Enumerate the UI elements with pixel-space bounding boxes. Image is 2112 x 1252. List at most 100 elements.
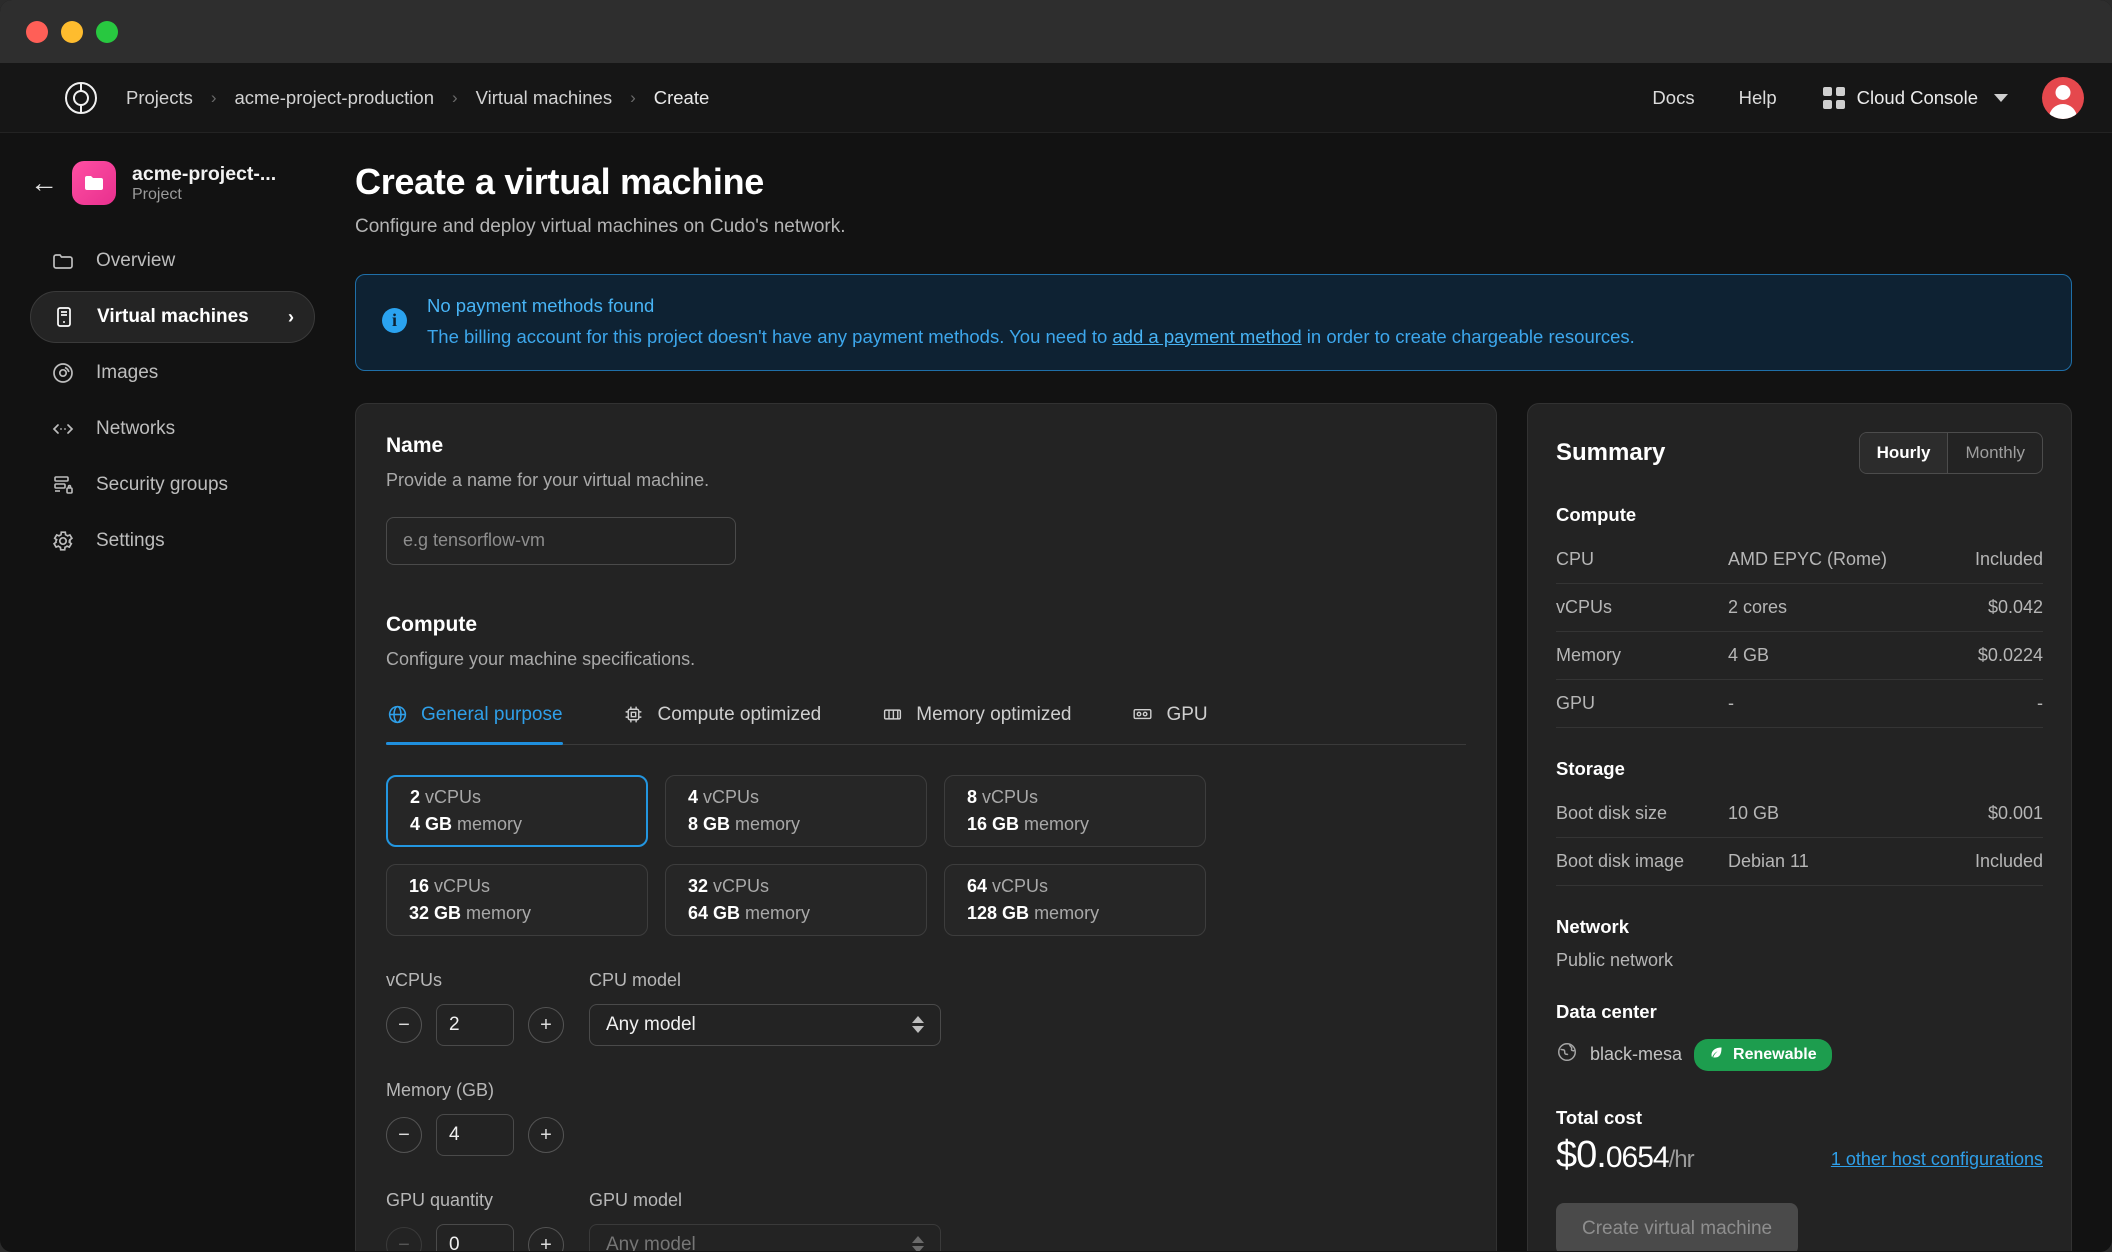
tab-label: GPU [1166, 703, 1208, 725]
machine-type-tabs: General purpose Compute optimized Memory… [386, 704, 1466, 745]
datacenter-row: black-mesa Renewable [1556, 1033, 2043, 1071]
vcpus-decrement-button[interactable]: − [386, 1006, 422, 1043]
row-value: Debian 11 [1728, 850, 1809, 871]
cpu-model-value: Any model [606, 1013, 696, 1035]
preset-card[interactable]: 32 vCPUs 64 GB memory [665, 863, 927, 936]
other-host-configurations-link[interactable]: 1 other host configurations [1831, 1149, 2043, 1177]
preset-card[interactable]: 16 vCPUs 32 GB memory [386, 863, 648, 936]
page-subtitle: Configure and deploy virtual machines on… [355, 216, 846, 237]
vcpus-label: vCPUs [386, 969, 443, 990]
nav-link-help[interactable]: Help [1739, 87, 1777, 109]
breadcrumb-item-virtual-machines[interactable]: Virtual machines [474, 87, 614, 109]
compute-section-subtitle: Configure your machine specifications. [386, 648, 696, 669]
preset-memory-unit: memory [1024, 813, 1090, 834]
memory-icon [881, 704, 903, 726]
gpu-quantity-increment-button[interactable]: + [528, 1226, 564, 1251]
cudo-logo-icon[interactable] [62, 79, 100, 117]
memory-decrement-button[interactable]: − [386, 1116, 422, 1153]
breadcrumb-item-create[interactable]: Create [652, 87, 712, 109]
compute-section-title: Compute [386, 612, 477, 636]
gpu-icon [1131, 704, 1153, 726]
preset-card[interactable]: 4 vCPUs 8 GB memory [665, 774, 927, 847]
row-key: Boot disk size [1556, 802, 1668, 823]
row-key: CPU [1556, 548, 1595, 569]
breadcrumb-separator: › [210, 88, 217, 107]
tab-gpu[interactable]: GPU [1131, 704, 1237, 744]
sidebar-item-overview[interactable]: Overview [30, 235, 315, 287]
toggle-hourly[interactable]: Hourly [1859, 432, 1949, 473]
summary-header: Summary Hourly Monthly [1556, 431, 2043, 474]
row-value: 2 cores [1728, 596, 1788, 617]
vcpus-stepper: − + [386, 1003, 589, 1046]
sidebar-item-label: Images [96, 362, 159, 383]
info-icon: i [382, 308, 407, 333]
create-virtual-machine-button[interactable]: Create virtual machine [1556, 1202, 1799, 1251]
preset-memory-unit: memory [1034, 902, 1100, 923]
select-updown-icon [912, 1236, 924, 1251]
breadcrumb: Projects › acme-project-production › Vir… [124, 87, 1608, 109]
add-payment-method-link[interactable]: add a payment method [1112, 326, 1301, 347]
total-cost-value: $0.0654/hr [1556, 1133, 1695, 1177]
gpu-model-label: GPU model [589, 1189, 683, 1210]
row-value: - [1728, 692, 1734, 713]
preset-memory: 8 GB [688, 813, 731, 834]
back-arrow-icon[interactable]: ← [30, 169, 58, 197]
tab-memory-optimized[interactable]: Memory optimized [881, 704, 1101, 744]
tab-compute-optimized[interactable]: Compute optimized [623, 704, 852, 744]
vcpus-input[interactable] [436, 1003, 514, 1046]
preset-card[interactable]: 64 vCPUs 128 GB memory [944, 863, 1206, 936]
alert-body-before: The billing account for this project doe… [427, 326, 1113, 347]
preset-memory: 64 GB [688, 902, 741, 923]
cpu-model-select[interactable]: Any model [589, 1003, 941, 1046]
breadcrumb-item-projects[interactable]: Projects [124, 87, 195, 109]
sidebar-item-images[interactable]: Images [30, 347, 315, 399]
tab-general-purpose[interactable]: General purpose [386, 704, 593, 745]
gpu-quantity-input[interactable] [436, 1223, 514, 1251]
vcpus-field: vCPUs − + [386, 970, 589, 1046]
cloud-console-label: Cloud Console [1856, 86, 1978, 108]
chevron-right-icon: › [288, 306, 294, 327]
zoom-button[interactable] [96, 20, 118, 43]
nav-link-docs[interactable]: Docs [1652, 87, 1694, 109]
cloud-console-menu[interactable]: Cloud Console [1822, 86, 2008, 109]
globe-icon [386, 704, 408, 726]
row-key: vCPUs [1556, 596, 1613, 617]
sidebar-item-settings[interactable]: Settings [30, 515, 315, 567]
sidebar-item-security-groups[interactable]: Security groups [30, 459, 315, 511]
summary-row: CPU AMD EPYC (Rome) Included [1556, 536, 2043, 584]
name-section-title: Name [386, 433, 444, 457]
preset-card[interactable]: 2 vCPUs 4 GB memory [386, 774, 648, 847]
cpu-model-field: CPU model Any model [589, 970, 941, 1046]
summary-row: vCPUs 2 cores $0.042 [1556, 584, 2043, 632]
tab-label: Memory optimized [916, 703, 1072, 725]
row-price: Included [1974, 850, 2043, 871]
summary-group-title-network: Network [1556, 915, 1629, 937]
toggle-monthly[interactable]: Monthly [1948, 433, 2042, 473]
breadcrumb-item-project[interactable]: acme-project-production [233, 87, 436, 109]
name-section-subtitle: Provide a name for your virtual machine. [386, 469, 710, 490]
sidebar-item-virtual-machines[interactable]: Virtual machines › [30, 291, 315, 343]
cost-whole: $0. [1556, 1133, 1607, 1176]
memory-input[interactable] [436, 1113, 514, 1156]
memory-increment-button[interactable]: + [528, 1116, 564, 1153]
select-updown-icon [912, 1016, 924, 1034]
badge-label: Renewable [1733, 1045, 1817, 1063]
sidebar-item-networks[interactable]: Networks [30, 403, 315, 455]
preset-cards: 2 vCPUs 4 GB memory 4 vCPUs 8 GB memory … [386, 774, 1448, 936]
preset-card[interactable]: 8 vCPUs 16 GB memory [944, 774, 1206, 847]
vm-config-card: Name Provide a name for your virtual mac… [355, 402, 1497, 1251]
minimize-button[interactable] [61, 20, 83, 43]
tab-label: Compute optimized [657, 703, 822, 725]
vm-name-input[interactable] [386, 516, 736, 565]
close-button[interactable] [26, 20, 48, 43]
preset-memory: 128 GB [967, 902, 1030, 923]
top-nav-right: Docs Help Cloud Console [1608, 76, 2084, 119]
vcpus-increment-button[interactable]: + [528, 1006, 564, 1043]
row-price: $0.042 [1987, 596, 2043, 617]
main-content: Create a virtual machine Configure and d… [345, 133, 2112, 1251]
page-title: Create a virtual machine [355, 161, 764, 202]
avatar[interactable] [2042, 76, 2084, 119]
folder-icon [50, 248, 76, 274]
preset-vcpu-unit: vCPUs [992, 875, 1049, 896]
row-key: Boot disk image [1556, 850, 1685, 871]
